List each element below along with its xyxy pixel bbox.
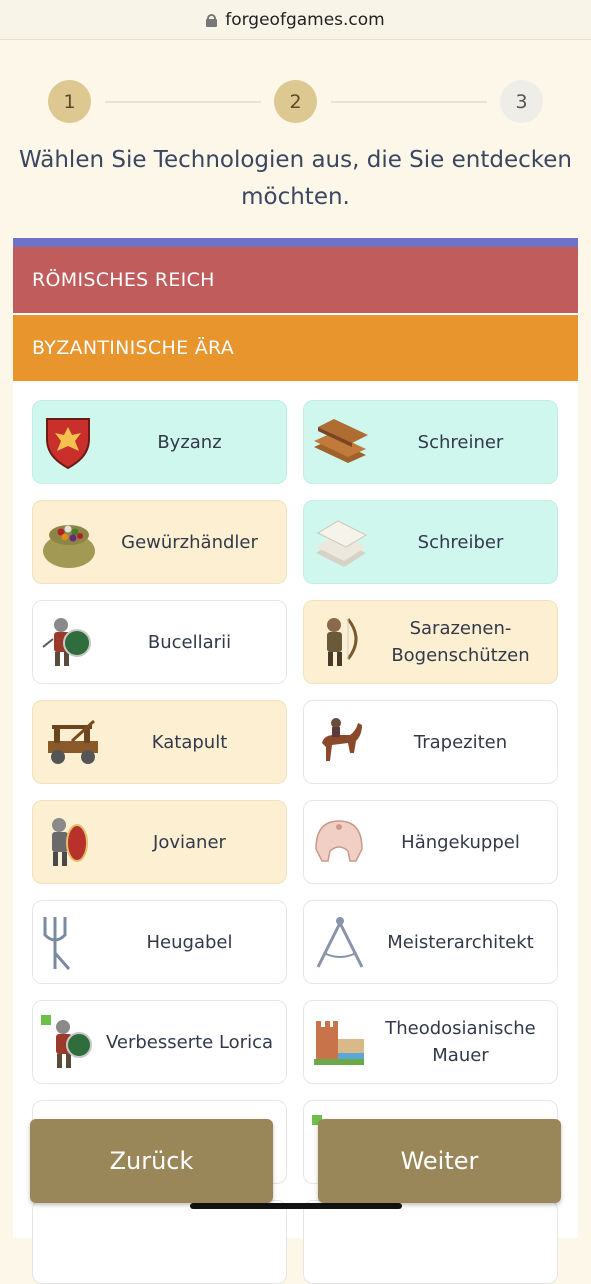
spice-sack-icon xyxy=(43,525,95,568)
era-indicator-strip xyxy=(13,238,578,247)
tech-label: Katapult xyxy=(151,731,228,753)
archer-icon xyxy=(327,618,358,666)
city-wall-icon xyxy=(314,1021,364,1065)
tech-card[interactable] xyxy=(303,1200,558,1284)
step-2: 2 xyxy=(274,80,317,123)
progress-stepper: 1 2 3 xyxy=(48,80,543,124)
tech-label: Heugabel xyxy=(146,931,233,953)
tech-card-theodosianische-mauer[interactable]: Theodosianische Mauer xyxy=(303,1000,558,1084)
soldier-upgrade-icon xyxy=(41,1015,92,1068)
home-indicator xyxy=(190,1203,402,1209)
era-header-roman[interactable]: RÖMISCHES REICH xyxy=(13,247,578,313)
tech-card-bucellarii[interactable]: Bucellarii xyxy=(32,600,287,684)
tech-card-meisterarchitekt[interactable]: Meisterarchitekt xyxy=(303,900,558,984)
tech-label: Hängekuppel xyxy=(401,831,520,853)
tech-label: Bucellarii xyxy=(147,631,232,653)
tech-label: Theodosianische Mauer xyxy=(385,1018,536,1066)
step-1: 1 xyxy=(48,80,91,123)
tech-label: Schreiber xyxy=(417,531,504,553)
tech-panel: RÖMISCHES REICH BYZANTINISCHE ÄRA Byzanz… xyxy=(13,238,578,1284)
tech-label: Schreiner xyxy=(417,431,504,453)
soldier-red-shield-icon xyxy=(52,818,88,866)
step-3: 3 xyxy=(500,80,543,123)
tech-card-schreiber[interactable]: Schreiber xyxy=(303,500,558,584)
dome-icon xyxy=(315,820,363,862)
tech-label: Meisterarchitekt xyxy=(387,931,534,953)
pitchfork-icon xyxy=(43,917,71,970)
tech-label: Jovianer xyxy=(153,831,226,853)
tech-card-haengekuppel[interactable]: Hängekuppel xyxy=(303,800,558,884)
tech-card-heugabel[interactable]: Heugabel xyxy=(32,900,287,984)
horse-rider-icon xyxy=(322,718,362,761)
wood-planks-icon xyxy=(314,419,368,463)
tech-card-jovianer[interactable]: Jovianer xyxy=(32,800,287,884)
compass-icon xyxy=(316,917,364,968)
tech-label: Verbesserte Lorica xyxy=(105,1031,274,1053)
era-header-byzantine[interactable]: BYZANTINISCHE ÄRA xyxy=(13,315,578,381)
tech-card[interactable] xyxy=(32,1200,287,1284)
paper-stack-icon xyxy=(316,520,368,567)
tech-card-verbesserte-lorica[interactable]: Verbesserte Lorica xyxy=(32,1000,287,1084)
shield-eagle-icon xyxy=(46,418,90,470)
soldier-shield-icon xyxy=(42,618,91,666)
tech-card-katapult[interactable]: Katapult xyxy=(32,700,287,784)
tech-label: Gewürzhändler xyxy=(121,531,258,553)
tech-card-byzanz[interactable]: Byzanz xyxy=(32,400,287,484)
step-connector xyxy=(331,101,487,103)
page-title: Wählen Sie Technologien aus, die Sie ent… xyxy=(18,147,573,210)
tech-card-gewuerzhaendler[interactable]: Gewürzhändler xyxy=(32,500,287,584)
tech-label: Trapeziten xyxy=(413,731,508,753)
lock-icon xyxy=(206,13,218,27)
step-connector xyxy=(105,101,261,103)
browser-url-bar[interactable]: forgeofgames.com xyxy=(0,0,591,40)
tech-card-schreiner[interactable]: Schreiner xyxy=(303,400,558,484)
next-button[interactable]: Weiter xyxy=(318,1119,561,1203)
tech-label: Sarazenen-Bogenschützen xyxy=(391,618,530,666)
tech-card-trapeziten[interactable]: Trapeziten xyxy=(303,700,558,784)
url-text: forgeofgames.com xyxy=(225,9,385,30)
back-button[interactable]: Zurück xyxy=(30,1119,273,1203)
tech-card-sarazenen-bogenschuetzen[interactable]: Sarazenen-Bogenschützen xyxy=(303,600,558,684)
tech-label: Byzanz xyxy=(157,431,222,453)
